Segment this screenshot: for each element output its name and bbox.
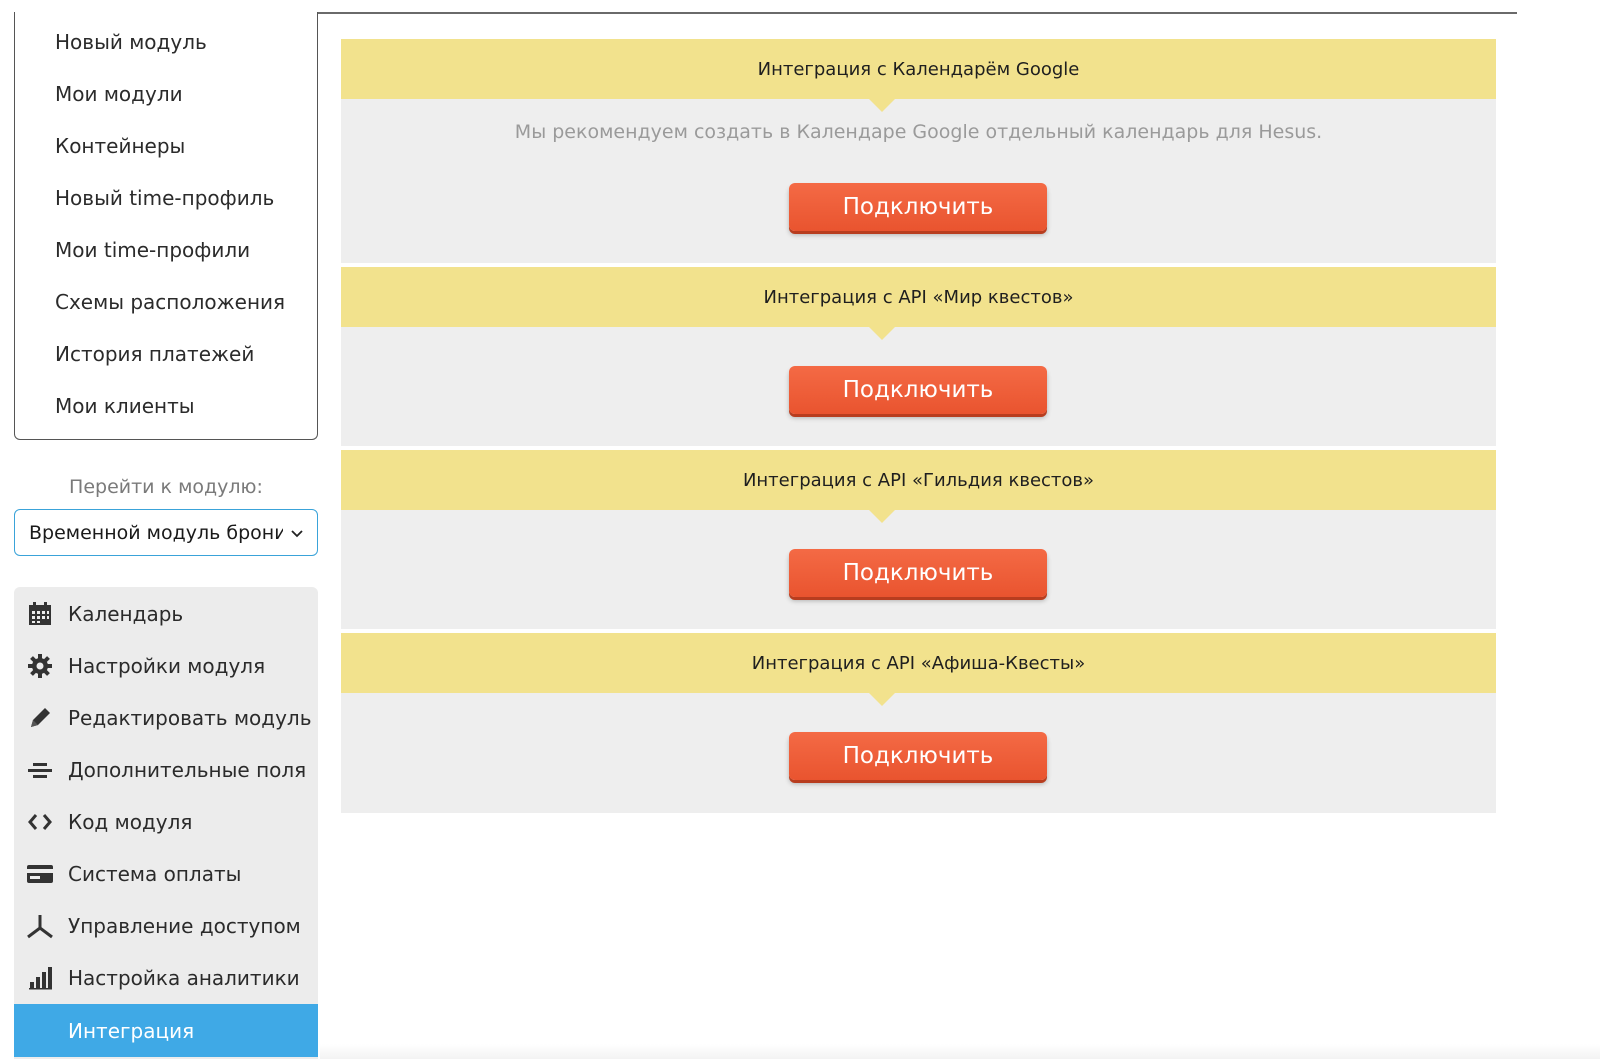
access-icon: [26, 912, 54, 940]
credit-card-icon: [26, 860, 54, 888]
connect-button-mir-kvestov[interactable]: Подключить: [789, 366, 1047, 414]
nav-item-module-code[interactable]: Код модуля: [14, 795, 318, 848]
nav-item-extra-fields[interactable]: Дополнительные поля: [14, 743, 318, 796]
module-select-value: Временной модуль брони: [29, 521, 283, 544]
integration-icon: [26, 1017, 54, 1045]
menu-item-layout-schemes[interactable]: Схемы расположения: [55, 276, 285, 328]
nav-item-label: Настройки модуля: [68, 653, 266, 678]
integration-panel-google-calendar: Интеграция с Календарём Google Мы рекоме…: [341, 39, 1496, 263]
nav-item-access-control[interactable]: Управление доступом: [14, 899, 318, 952]
module-switch-label: Перейти к модулю:: [69, 476, 263, 498]
connect-button-google-calendar[interactable]: Подключить: [789, 183, 1047, 231]
connect-button-gildiya-kvestov[interactable]: Подключить: [789, 549, 1047, 597]
module-select[interactable]: Временной модуль брони: [14, 509, 318, 556]
nav-item-calendar[interactable]: Календарь: [14, 587, 318, 640]
panel-title: Интеграция с API «Афиша-Квесты»: [341, 633, 1496, 693]
menu-item-new-time-profile[interactable]: Новый time-профиль: [55, 172, 274, 224]
menu-item-new-module[interactable]: Новый модуль: [55, 16, 207, 68]
panel-description: Мы рекомендуем создать в Календаре Googl…: [514, 121, 1323, 143]
nav-item-payment-system[interactable]: Система оплаты: [14, 847, 318, 900]
nav-item-analytics-settings[interactable]: Настройка аналитики: [14, 951, 318, 1004]
account-menu: Новый модуль Мои модули Контейнеры Новый…: [14, 12, 318, 440]
nav-item-label: Календарь: [68, 601, 184, 626]
pencil-icon: [26, 704, 54, 732]
nav-item-label: Дополнительные поля: [68, 757, 307, 782]
analytics-icon: [26, 964, 54, 992]
connect-button-afisha-kvesty[interactable]: Подключить: [789, 732, 1047, 780]
bottom-shade: [320, 1044, 1600, 1059]
nav-item-label: Интеграция: [68, 1018, 195, 1043]
nav-item-label: Настройка аналитики: [68, 965, 300, 990]
integration-panel-mir-kvestov: Интеграция с API «Мир квестов» Подключит…: [341, 267, 1496, 446]
panel-title: Интеграция с Календарём Google: [341, 39, 1496, 99]
nav-item-module-settings[interactable]: Настройки модуля: [14, 639, 318, 692]
gear-icon: [26, 652, 54, 680]
chevron-down-icon: [291, 529, 303, 537]
nav-item-label: Код модуля: [68, 809, 193, 834]
panel-arrow: [869, 510, 895, 523]
fields-icon: [26, 756, 54, 784]
panel-arrow: [869, 693, 895, 706]
code-icon: [26, 808, 54, 836]
menu-item-my-clients[interactable]: Мои клиенты: [55, 380, 195, 432]
calendar-icon: [26, 600, 54, 628]
menu-item-my-modules[interactable]: Мои модули: [55, 68, 183, 120]
integration-panel-gildiya-kvestov: Интеграция с API «Гильдия квестов» Подкл…: [341, 450, 1496, 629]
nav-item-integration[interactable]: Интеграция: [14, 1004, 318, 1057]
nav-item-label: Система оплаты: [68, 861, 242, 886]
nav-item-edit-module[interactable]: Редактировать модуль: [14, 691, 318, 744]
panel-arrow: [869, 99, 895, 112]
nav-item-label: Управление доступом: [68, 913, 301, 938]
module-nav: Календарь Настройки модуля Редактировать…: [14, 587, 318, 1059]
menu-item-my-time-profiles[interactable]: Мои time-профили: [55, 224, 250, 276]
menu-item-payment-history[interactable]: История платежей: [55, 328, 254, 380]
menu-item-containers[interactable]: Контейнеры: [55, 120, 185, 172]
panel-title: Интеграция с API «Мир квестов»: [341, 267, 1496, 327]
panel-title: Интеграция с API «Гильдия квестов»: [341, 450, 1496, 510]
integration-panel-afisha-kvesty: Интеграция с API «Афиша-Квесты» Подключи…: [341, 633, 1496, 813]
nav-item-label: Редактировать модуль: [68, 705, 312, 730]
panel-arrow: [869, 327, 895, 340]
